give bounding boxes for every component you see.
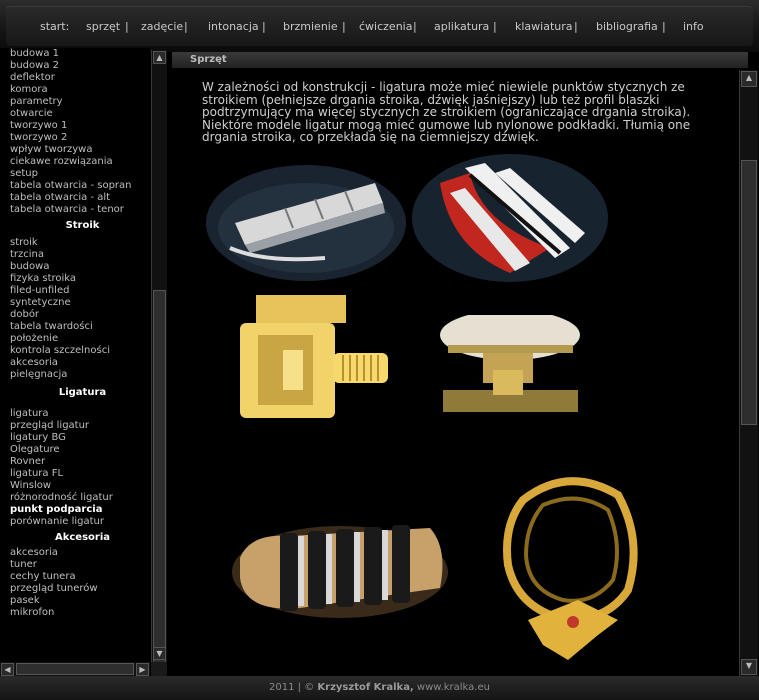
sidebar-item[interactable]: filed-unfiled (10, 285, 150, 297)
nav-link-klawiatura[interactable]: klawiatura (515, 20, 573, 33)
main-content: W zależności od konstrukcji - ligatura m… (170, 70, 738, 676)
sidebar-item[interactable]: cechy tunera (10, 571, 150, 583)
nav-link-brzmienie[interactable]: brzmienie (283, 20, 338, 33)
sidebar-item[interactable]: przegląd tunerów (10, 583, 150, 595)
nav-sep: | (125, 20, 129, 33)
sidebar-item[interactable]: ciekawe rozwiązania (10, 156, 150, 168)
sidebar-item[interactable]: dobór (10, 309, 150, 321)
sidebar-item[interactable]: budowa 2 (10, 60, 150, 72)
sidebar-item[interactable]: otwarcie (10, 108, 150, 120)
sidebar-list: budowa 1 budowa 2 deflektor komora param… (10, 48, 150, 619)
sidebar-hscroll-thumb[interactable] (16, 663, 134, 675)
ligature-red-pad-photo (410, 153, 608, 283)
sidebar-scroll-thumb[interactable] (153, 290, 166, 692)
sidebar-item[interactable]: tabela otwarcia - tenor (10, 204, 150, 216)
sidebar-item[interactable]: setup (10, 168, 150, 180)
footer: 2011 | © Krzysztof Kralka, www.kralka.eu (0, 676, 759, 700)
nav-sep: | (342, 20, 346, 33)
sidebar-item[interactable]: porównanie ligatur (10, 516, 150, 528)
nav-sep: | (262, 20, 266, 33)
sidebar-item[interactable]: przegląd ligatur (10, 420, 150, 432)
sidebar-scrollbar[interactable]: ▲ ▼ (151, 50, 167, 692)
sidebar-item[interactable]: akcesoria (10, 547, 150, 559)
content-scrollbar[interactable]: ▲ ▼ (739, 70, 758, 676)
content-header: Sprzęt (172, 52, 748, 68)
content-paragraph: W zależności od konstrukcji - ligatura m… (202, 80, 691, 144)
sidebar-item[interactable]: trzcina (10, 249, 150, 261)
winslow-ligature-photo (230, 518, 450, 626)
nav-link-cwiczenia[interactable]: ćwiczenia (359, 20, 412, 33)
sidebar-item[interactable]: ligatura (10, 408, 150, 420)
nav-sep: | (493, 20, 497, 33)
nav-link-intonacja[interactable]: intonacja (208, 20, 259, 33)
sidebar-item[interactable]: ligatura FL (10, 468, 150, 480)
sidebar-item[interactable]: ligatury BG (10, 432, 150, 444)
sidebar-heading-stroik: Stroik (65, 220, 100, 231)
footer-site-link[interactable]: www.kralka.eu (417, 682, 490, 693)
scroll-up-arrow-icon[interactable]: ▲ (153, 51, 166, 64)
sidebar-item[interactable]: pielęgnacja (10, 369, 150, 381)
sidebar-item[interactable]: fizyka stroika (10, 273, 150, 285)
scroll-up-arrow-icon[interactable]: ▲ (741, 71, 757, 87)
sidebar-item[interactable]: tworzywo 2 (10, 132, 150, 144)
footer-text: 2011 | © Krzysztof Kralka, www.kralka.eu (0, 682, 759, 693)
scroll-down-arrow-icon[interactable]: ▼ (153, 647, 166, 660)
sidebar-item[interactable]: tabela twardości (10, 321, 150, 333)
nav-link-zadecie[interactable]: zadęcie (141, 20, 183, 33)
ligature-screw-mount-photo (438, 315, 580, 420)
ligature-plate-photo (205, 153, 407, 283)
gold-ring-ligature-photo (488, 470, 650, 675)
sidebar-item[interactable]: parametry (10, 96, 150, 108)
nav-sep: | (662, 20, 666, 33)
sidebar-item[interactable]: tabela otwarcia - sopran (10, 180, 150, 192)
scroll-down-arrow-icon[interactable]: ▼ (741, 659, 757, 675)
sidebar-item[interactable]: kontrola szczelności (10, 345, 150, 357)
nav-label-start: start: (40, 20, 70, 33)
nav-sep: | (574, 20, 578, 33)
sidebar-item[interactable]: mikrofon (10, 607, 150, 619)
content-title: Sprzęt (190, 54, 227, 65)
nav-sep: | (413, 20, 417, 33)
sidebar-item[interactable]: budowa (10, 261, 150, 273)
sidebar-item[interactable]: Rovner (10, 456, 150, 468)
sidebar-item[interactable]: różnorodność ligatur (10, 492, 150, 504)
content-scroll-thumb[interactable] (741, 160, 757, 425)
sidebar-item-active[interactable]: punkt podparcia (10, 504, 150, 516)
sidebar-item[interactable]: syntetyczne (10, 297, 150, 309)
top-navigation-bar: start: sprzęt | zadęcie | intonacja | br… (0, 0, 759, 52)
sidebar-item[interactable]: Olegature (10, 444, 150, 456)
sidebar-item[interactable]: budowa 1 (10, 48, 150, 60)
nav-link-aplikatura[interactable]: aplikatura (434, 20, 489, 33)
sidebar-item[interactable]: wpływ tworzywa (10, 144, 150, 156)
sidebar-item[interactable]: stroik (10, 237, 150, 249)
sidebar-item[interactable]: tuner (10, 559, 150, 571)
sidebar-item[interactable]: akcesoria (10, 357, 150, 369)
nav-sep: | (184, 20, 188, 33)
sidebar-item[interactable]: pasek (10, 595, 150, 607)
sidebar-heading-ligatura: Ligatura (58, 387, 107, 398)
sidebar-heading-akcesoria: Akcesoria (54, 532, 111, 543)
sidebar-item[interactable]: tworzywo 1 (10, 120, 150, 132)
scroll-left-arrow-icon[interactable]: ◀ (1, 663, 14, 676)
sidebar-hscrollbar[interactable]: ◀ ▶ (0, 662, 150, 676)
gold-ligature-clamp-photo (238, 295, 392, 420)
nav-link-info[interactable]: info (683, 20, 704, 33)
scroll-right-arrow-icon[interactable]: ▶ (136, 663, 149, 676)
sidebar: budowa 1 budowa 2 deflektor komora param… (0, 48, 150, 662)
sidebar-item[interactable]: komora (10, 84, 150, 96)
nav-link-bibliografia[interactable]: bibliografia (596, 20, 658, 33)
footer-year: 2011 | © (269, 682, 315, 693)
nav-link-sprzet[interactable]: sprzęt (86, 20, 120, 33)
sidebar-item[interactable]: położenie (10, 333, 150, 345)
footer-author: Krzysztof Kralka, (317, 682, 414, 693)
sidebar-item[interactable]: deflektor (10, 72, 150, 84)
sidebar-item[interactable]: Winslow (10, 480, 150, 492)
sidebar-item[interactable]: tabela otwarcia - alt (10, 192, 150, 204)
scrollbar-corner (151, 662, 167, 676)
